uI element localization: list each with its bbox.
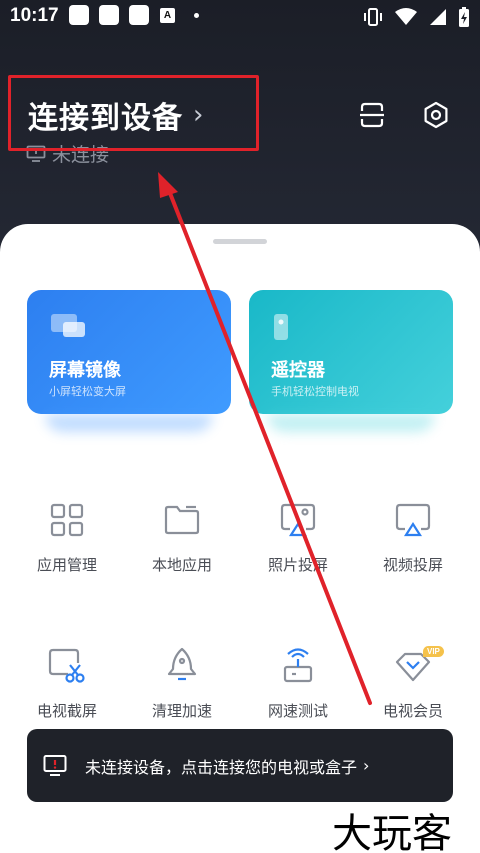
grid-item-label: 电视截屏 [36, 702, 97, 720]
more-notifications-dot [194, 13, 199, 18]
grid-item-label: 视频投屏 [382, 556, 443, 574]
grid-item-local-apps[interactable]: 本地应用 [132, 500, 232, 590]
banner-message: 未连接设备，点击连接您的电视或盒子 [85, 757, 358, 777]
vip-diamond-icon: VIP [393, 646, 444, 686]
screen-mirror-card[interactable]: 屏幕镜像 小屏轻松变大屏 [27, 290, 231, 432]
sheet-handle[interactable] [213, 239, 267, 244]
grid-item-label: 本地应用 [151, 556, 212, 574]
notification-icon [69, 5, 89, 25]
screen-mirror-icon [51, 314, 85, 337]
apps-grid-icon [47, 500, 87, 540]
remote-control-card[interactable]: 遥控器 手机轻松控制电视 [249, 290, 453, 432]
grid-item-label: 应用管理 [36, 556, 97, 574]
grid-item-label: 电视会员 [382, 702, 443, 720]
notification-icon [129, 5, 149, 25]
router-icon [278, 646, 318, 686]
scan-icon[interactable] [355, 98, 389, 132]
annotation-highlight-box [8, 75, 259, 151]
notification-icon [99, 5, 119, 25]
grid-item-tv-screenshot[interactable]: 电视截屏 [17, 646, 117, 736]
folder-icon [162, 500, 202, 540]
card-subtitle: 手机轻松控制电视 [271, 385, 359, 398]
card-title: 遥控器 [271, 360, 325, 381]
not-connected-banner[interactable]: 未连接设备，点击连接您的电视或盒子 › [27, 729, 453, 802]
grid-item-label: 照片投屏 [267, 556, 328, 574]
chevron-right-icon: › [363, 756, 370, 775]
app-notification-icon: A [160, 8, 175, 23]
status-time: 10:17 [10, 5, 59, 26]
card-subtitle: 小屏轻松变大屏 [49, 385, 126, 398]
video-cast-icon [393, 500, 433, 540]
grid-item-tv-membership[interactable]: VIP 电视会员 [363, 646, 463, 736]
rocket-icon [162, 646, 202, 686]
grid-item-video-cast[interactable]: 视频投屏 [363, 500, 463, 590]
watermark: 大玩客 [332, 811, 452, 853]
grid-item-speed-test[interactable]: 网速测试 [248, 646, 348, 736]
vibrate-icon [364, 8, 382, 26]
card-shadow [267, 414, 435, 432]
settings-icon[interactable] [419, 98, 453, 132]
grid-item-label: 网速测试 [267, 702, 328, 720]
vip-badge: VIP [423, 646, 444, 657]
photo-cast-icon [278, 500, 318, 540]
remote-icon [274, 314, 288, 340]
grid-item-label: 清理加速 [151, 702, 212, 720]
battery-charging-icon [459, 7, 469, 27]
grid-item-app-management[interactable]: 应用管理 [17, 500, 117, 590]
card-title: 屏幕镜像 [49, 360, 121, 381]
grid-item-clean-speedup[interactable]: 清理加速 [132, 646, 232, 736]
grid-item-photo-cast[interactable]: 照片投屏 [248, 500, 348, 590]
wifi-icon [395, 8, 417, 25]
card-shadow [45, 414, 213, 432]
signal-icon [430, 9, 446, 25]
screenshot-scissors-icon [47, 646, 87, 686]
status-bar: 10:17 A [0, 0, 480, 34]
tv-alert-icon [43, 754, 67, 776]
